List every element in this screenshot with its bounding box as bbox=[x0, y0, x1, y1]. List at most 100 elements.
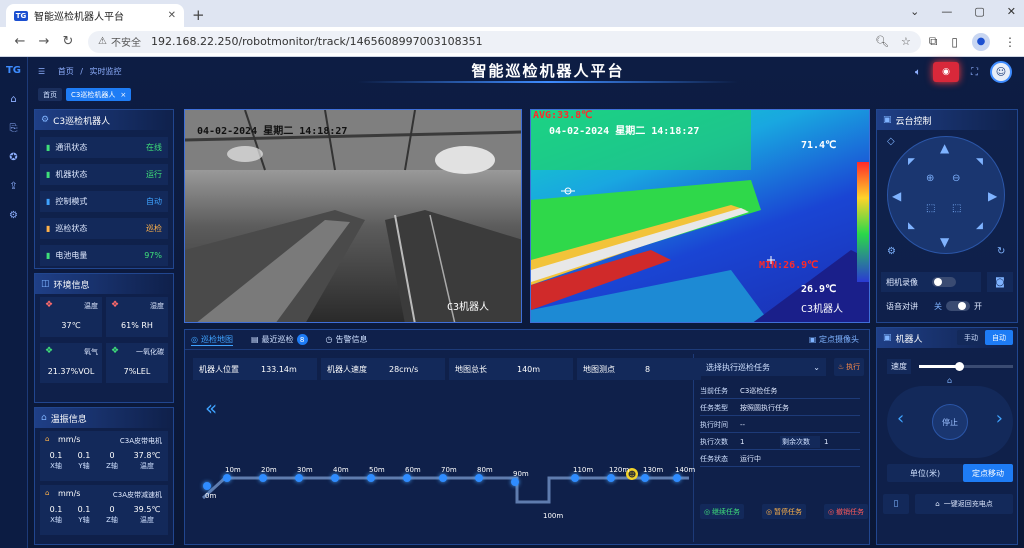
zoom-in-icon[interactable]: ⊕ bbox=[926, 173, 934, 184]
extensions-icon[interactable]: ⧉ bbox=[929, 34, 938, 49]
map-point[interactable] bbox=[295, 474, 303, 482]
vib-x: 0.1 X轴 bbox=[42, 451, 70, 471]
reload-icon[interactable]: ↻ bbox=[56, 34, 80, 49]
map-back-icon[interactable]: « bbox=[205, 396, 217, 420]
visible-camera-feed[interactable]: 04-02-2024 星期二 14:18:27 C3机器人 bbox=[184, 109, 522, 323]
sidebar-icon[interactable]: ▯ bbox=[951, 35, 958, 49]
home-nav-icon[interactable]: ⌂ bbox=[0, 94, 27, 105]
ptz-reset-icon[interactable]: ↻ bbox=[997, 246, 1005, 257]
map-point[interactable] bbox=[607, 474, 615, 482]
url-field[interactable]: ⚠ 不安全 192.168.22.250/robotmonitor/track/… bbox=[88, 30, 921, 53]
zoom-icon[interactable]: 🔍︎ bbox=[875, 35, 889, 48]
tab-home[interactable]: 首页 bbox=[38, 88, 62, 101]
map-point[interactable] bbox=[439, 474, 447, 482]
close-tab-icon[interactable]: ✕ bbox=[168, 10, 176, 21]
robot-nav-icon[interactable]: ✪ bbox=[0, 152, 27, 163]
ptz-upright-icon[interactable]: ◥ bbox=[976, 157, 983, 167]
ptz-gem-icon[interactable]: ◇ bbox=[887, 136, 895, 147]
ptz-up-icon[interactable]: ▲ bbox=[940, 141, 949, 155]
pause-task-button[interactable]: ◎ 暂停任务 bbox=[762, 504, 806, 519]
user-avatar[interactable]: ☺ bbox=[990, 61, 1012, 83]
voice-on-label: 开 bbox=[974, 301, 982, 311]
tab-search-icon[interactable]: ⌄ bbox=[910, 5, 919, 18]
maximize-icon[interactable]: ▢ bbox=[974, 5, 984, 18]
focus-far-icon[interactable]: ⬚ bbox=[952, 203, 961, 214]
map-point[interactable] bbox=[203, 482, 211, 490]
menu-toggle-icon[interactable]: ☰ bbox=[38, 67, 45, 76]
continue-task-button[interactable]: ◎ 继续任务 bbox=[700, 504, 744, 519]
map-point[interactable] bbox=[331, 474, 339, 482]
ptz-left-icon[interactable]: ◀ bbox=[892, 189, 901, 203]
ptz-downright-icon[interactable]: ◢ bbox=[976, 221, 983, 231]
move-left-icon[interactable]: ‹ bbox=[897, 408, 904, 429]
new-tab-icon[interactable]: + bbox=[192, 6, 205, 24]
map-point[interactable] bbox=[511, 478, 519, 486]
info-cell: 机器人速度 28cm/s bbox=[321, 358, 445, 380]
ptz-right-icon[interactable]: ▶ bbox=[988, 189, 997, 203]
close-tab-c3-icon[interactable]: × bbox=[120, 91, 126, 99]
zoom-out-icon[interactable]: ⊖ bbox=[952, 173, 960, 184]
mute-icon[interactable]: 🔈︎ bbox=[915, 67, 921, 78]
tab-c3-robot[interactable]: C3巡检机器人 × bbox=[66, 88, 132, 101]
camera-link[interactable]: ▣ 定点摄像头 bbox=[809, 334, 859, 345]
unit-meter-field[interactable]: 单位(米) bbox=[887, 464, 963, 482]
return-charge-button[interactable]: ⌂ 一键返回充电点 bbox=[915, 494, 1013, 514]
thermal-label: C3机器人 bbox=[801, 304, 844, 315]
ptz-downleft-icon[interactable]: ◣ bbox=[908, 221, 915, 231]
alarm-icon[interactable]: ◉ bbox=[933, 62, 959, 82]
tab-recent-patrol[interactable]: ▤ 最近巡检 8 bbox=[251, 334, 308, 345]
move-right-icon[interactable]: › bbox=[996, 408, 1003, 429]
tab-patrol-map[interactable]: ◎ 巡检地图 bbox=[191, 334, 233, 346]
camera-record-toggle[interactable] bbox=[932, 277, 956, 287]
co-icon: ❖ bbox=[111, 346, 120, 356]
ptz-joystick[interactable]: ▲ ▼ ◀ ▶ ◤ ◥ ◣ ◢ ⊕ ⊖ ⬚ ⬚ bbox=[887, 136, 1005, 254]
cancel-task-button[interactable]: ◎ 撤销任务 bbox=[824, 504, 868, 519]
stop-button[interactable]: 停止 bbox=[932, 404, 968, 440]
focus-near-icon[interactable]: ⬚ bbox=[926, 203, 935, 214]
camera-record-row: 相机录像 bbox=[881, 272, 981, 292]
info-label: 机器人位置 bbox=[199, 364, 239, 374]
ptz-down-icon[interactable]: ▼ bbox=[940, 235, 949, 249]
upload-nav-icon[interactable]: ⇪ bbox=[0, 181, 27, 192]
task-value2: 1 bbox=[824, 438, 829, 446]
auto-button[interactable]: 自动 bbox=[985, 330, 1013, 345]
ptz-upleft-icon[interactable]: ◤ bbox=[908, 157, 915, 167]
snapshot-button[interactable]: ◙ bbox=[987, 272, 1013, 292]
browser-tab[interactable]: TG 智能巡检机器人平台 ✕ bbox=[6, 4, 184, 27]
map-point[interactable] bbox=[223, 474, 231, 482]
breadcrumb-home[interactable]: 首页 bbox=[58, 67, 74, 76]
minimize-icon[interactable]: — bbox=[941, 5, 952, 18]
info-cell: 地图测点 8 bbox=[577, 358, 701, 380]
map-point[interactable] bbox=[367, 474, 375, 482]
bookmark-star-icon[interactable]: ☆ bbox=[901, 35, 911, 48]
settings-nav-icon[interactable]: ⚙ bbox=[0, 210, 27, 221]
map-point[interactable] bbox=[571, 474, 579, 482]
map-point[interactable] bbox=[673, 474, 681, 482]
forward-icon[interactable]: → bbox=[32, 34, 56, 49]
tab-alarm-info[interactable]: ◷ 告警信息 bbox=[326, 334, 368, 345]
profile-avatar-icon[interactable]: ● bbox=[972, 32, 990, 51]
thermal-timestamp: 04-02-2024 星期二 14:18:27 bbox=[549, 126, 700, 137]
charge-lock-button[interactable]: ▯ bbox=[883, 494, 909, 514]
execute-button[interactable]: ♨ 执行 bbox=[834, 358, 864, 376]
speed-slider[interactable] bbox=[919, 361, 1013, 371]
close-window-icon[interactable]: ✕ bbox=[1007, 5, 1016, 18]
fullscreen-icon[interactable]: ⛶ bbox=[971, 67, 978, 78]
voice-talk-toggle[interactable] bbox=[946, 301, 970, 311]
task-select[interactable]: 选择执行巡检任务 ⌄ bbox=[700, 358, 826, 376]
warning-icon[interactable]: ⚠ bbox=[98, 36, 107, 47]
thermal-camera-feed[interactable]: AVG:33.8℃ 04-02-2024 星期二 14:18:27 71.4℃ … bbox=[530, 109, 870, 323]
manual-button[interactable]: 手动 bbox=[957, 330, 985, 345]
back-icon[interactable]: ← bbox=[8, 34, 32, 49]
map-point[interactable] bbox=[259, 474, 267, 482]
map-point[interactable] bbox=[641, 474, 649, 482]
map-point[interactable] bbox=[475, 474, 483, 482]
ptz-settings-icon[interactable]: ⚙ bbox=[887, 246, 896, 257]
monitor-nav-icon[interactable]: ⎘ bbox=[0, 123, 27, 134]
visible-timestamp: 04-02-2024 星期二 14:18:27 bbox=[197, 126, 348, 137]
fixed-move-button[interactable]: 定点移动 bbox=[963, 464, 1013, 482]
robot-ctrl-title: 机器人 bbox=[895, 334, 923, 345]
browser-menu-icon[interactable]: ⋮ bbox=[1004, 35, 1016, 49]
map-point[interactable] bbox=[403, 474, 411, 482]
robot-move-joystick[interactable]: ‹ › 停止 bbox=[887, 386, 1013, 458]
